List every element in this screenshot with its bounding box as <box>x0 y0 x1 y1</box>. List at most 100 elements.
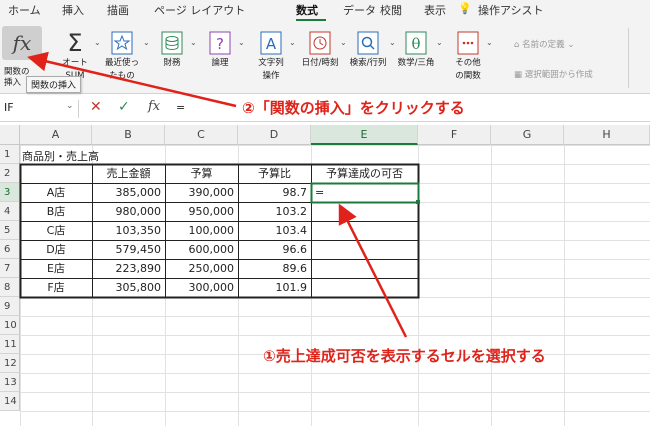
row-header-2[interactable]: 2 <box>0 164 20 183</box>
datetime-button[interactable]: 日付/時刻 <box>300 30 340 69</box>
chevron-down-icon[interactable]: ⌄ <box>190 38 197 47</box>
table-cell-store[interactable]: B店 <box>20 202 92 221</box>
chevron-down-icon[interactable]: ⌄ <box>289 38 296 47</box>
formula-input[interactable]: = <box>176 101 185 114</box>
table-cell-result[interactable] <box>311 259 418 278</box>
lookup-button[interactable]: 検索/行列 <box>348 30 388 69</box>
table-cell-sales[interactable]: 980,000 <box>92 202 165 221</box>
tab-review[interactable]: 校閲 <box>380 2 402 18</box>
table-cell-budget[interactable]: 390,000 <box>165 183 238 202</box>
table-cell-sales[interactable]: 103,350 <box>92 221 165 240</box>
more-dots-icon <box>455 30 481 56</box>
table-cell-sales[interactable]: 223,890 <box>92 259 165 278</box>
tab-insert[interactable]: 挿入 <box>62 2 84 18</box>
chevron-down-icon[interactable]: ⌄ <box>66 101 74 111</box>
table-cell-budget[interactable]: 300,000 <box>165 278 238 297</box>
table-cell-store[interactable]: E店 <box>20 259 92 278</box>
column-header-c[interactable]: C <box>165 125 238 145</box>
header-cell[interactable]: 予算 <box>165 164 238 183</box>
row-header-11[interactable]: 11 <box>0 335 20 354</box>
table-cell-ratio[interactable]: 101.9 <box>238 278 311 297</box>
header-cell[interactable]: 売上金額 <box>92 164 165 183</box>
tab-page-layout[interactable]: ページ レイアウト <box>154 2 245 18</box>
header-cell[interactable]: 予算比 <box>238 164 311 183</box>
tab-tell-me[interactable]: 操作アシスト <box>478 2 544 18</box>
table-cell-ratio[interactable]: 96.6 <box>238 240 311 259</box>
ribbon-tabs: ホーム 挿入 描画 ページ レイアウト 数式 データ 校閲 表示 💡 操作アシス… <box>0 0 650 22</box>
text-button[interactable]: A 文字列 操作 <box>256 30 286 82</box>
table-cell-sales[interactable]: 579,450 <box>92 240 165 259</box>
row-header-3[interactable]: 3 <box>0 183 20 202</box>
logical-button[interactable]: ? 論理 <box>206 30 234 69</box>
table-cell-store[interactable]: F店 <box>20 278 92 297</box>
row-header-6[interactable]: 6 <box>0 240 20 259</box>
row-header-5[interactable]: 5 <box>0 221 20 240</box>
table-cell-sales[interactable]: 385,000 <box>92 183 165 202</box>
table-cell-budget[interactable]: 600,000 <box>165 240 238 259</box>
chevron-down-icon[interactable]: ⌄ <box>340 38 347 47</box>
table-cell-ratio[interactable]: 89.6 <box>238 259 311 278</box>
table-cell-budget[interactable]: 250,000 <box>165 259 238 278</box>
chevron-down-icon[interactable]: ⌄ <box>436 38 443 47</box>
row-header-10[interactable]: 10 <box>0 316 20 335</box>
insert-function-button[interactable]: fx <box>2 26 42 60</box>
tab-draw[interactable]: 描画 <box>107 2 129 18</box>
recently-used-button[interactable]: 最近使っ たもの <box>104 30 140 82</box>
tab-home[interactable]: ホーム <box>8 2 41 18</box>
text-a-icon: A <box>258 30 284 56</box>
table-cell-result[interactable] <box>311 240 418 259</box>
table-cell-budget[interactable]: 950,000 <box>165 202 238 221</box>
column-header-a[interactable]: A <box>20 125 92 145</box>
row-header-13[interactable]: 13 <box>0 373 20 392</box>
column-header-e[interactable]: E <box>311 125 418 145</box>
row-header-7[interactable]: 7 <box>0 259 20 278</box>
define-name-button[interactable]: ⌂ 名前の定義 ⌄ <box>514 38 574 50</box>
more-functions-button[interactable]: その他 の関数 <box>448 30 488 82</box>
table-cell-budget[interactable]: 100,000 <box>165 221 238 240</box>
svg-text:?: ? <box>216 35 224 53</box>
chevron-down-icon[interactable]: ⌄ <box>238 38 245 47</box>
autosum-button[interactable]: Σ オート SUM <box>58 29 92 82</box>
name-box[interactable]: IF <box>4 101 14 114</box>
annotation-step-2: ②「関数の挿入」をクリックする <box>242 99 465 117</box>
row-header-1[interactable]: 1 <box>0 145 20 164</box>
clock-icon <box>307 30 333 56</box>
header-cell[interactable]: 予算達成の可否 <box>311 164 418 183</box>
cell-a1-title[interactable]: 商品別・売上高 <box>22 148 99 164</box>
table-cell-result[interactable] <box>311 202 418 221</box>
tab-formulas[interactable]: 数式 <box>296 2 318 18</box>
cancel-icon[interactable]: ✕ <box>90 99 102 115</box>
table-cell-sales[interactable]: 305,800 <box>92 278 165 297</box>
table-cell-ratio[interactable]: 103.4 <box>238 221 311 240</box>
create-from-selection-button[interactable]: ▦ 選択範囲から作成 <box>514 68 593 80</box>
table-cell-ratio[interactable]: 98.7 <box>238 183 311 202</box>
column-header-b[interactable]: B <box>92 125 165 145</box>
select-all-corner[interactable] <box>0 125 20 145</box>
chevron-down-icon[interactable]: ⌄ <box>94 38 101 47</box>
table-cell-ratio[interactable]: 103.2 <box>238 202 311 221</box>
tag-icon: ⌂ <box>514 40 523 50</box>
table-cell-store[interactable]: A店 <box>20 183 92 202</box>
column-header-h[interactable]: H <box>564 125 650 145</box>
row-header-4[interactable]: 4 <box>0 202 20 221</box>
chevron-down-icon[interactable]: ⌄ <box>486 38 493 47</box>
row-header-8[interactable]: 8 <box>0 278 20 297</box>
math-trig-button[interactable]: θ 数学/三角 <box>394 30 438 69</box>
table-cell-result[interactable] <box>311 221 418 240</box>
fx-icon[interactable]: fx <box>148 99 160 114</box>
tab-data[interactable]: データ <box>343 2 376 18</box>
table-cell-result[interactable] <box>311 278 418 297</box>
column-header-g[interactable]: G <box>491 125 564 145</box>
tab-view[interactable]: 表示 <box>424 2 446 18</box>
financial-button[interactable]: 財務 <box>158 30 186 69</box>
table-cell-store[interactable]: C店 <box>20 221 92 240</box>
column-header-d[interactable]: D <box>238 125 311 145</box>
column-header-f[interactable]: F <box>418 125 491 145</box>
table-cell-store[interactable]: D店 <box>20 240 92 259</box>
check-icon[interactable]: ✓ <box>118 99 130 115</box>
chevron-down-icon[interactable]: ⌄ <box>143 38 150 47</box>
row-header-9[interactable]: 9 <box>0 297 20 316</box>
table-cell-result[interactable]: = <box>311 183 418 202</box>
row-header-12[interactable]: 12 <box>0 354 20 373</box>
row-header-14[interactable]: 14 <box>0 392 20 411</box>
